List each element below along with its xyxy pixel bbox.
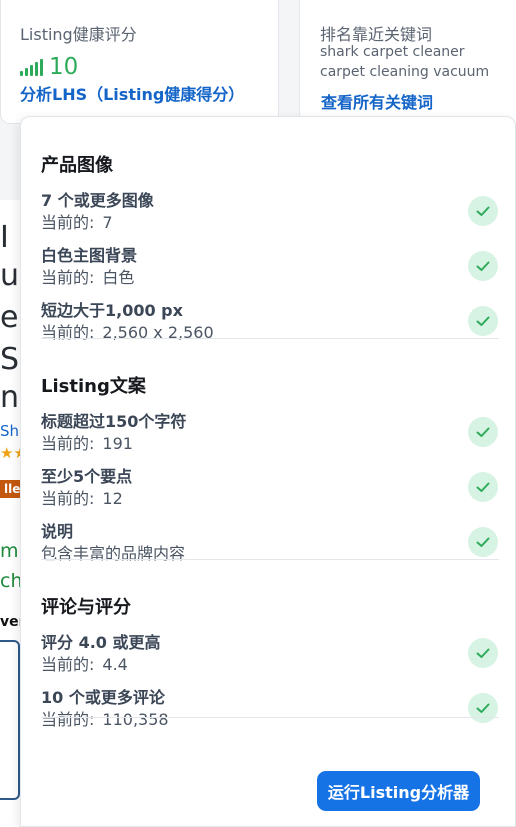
criterion-value: 当前的: 2,560 x 2,560	[41, 319, 214, 343]
run-listing-analyzer-button[interactable]: 运行Listing分析器	[317, 771, 480, 811]
current-label: 当前的:	[41, 213, 95, 232]
current-value: 4.4	[102, 655, 128, 674]
criterion-label: 至少5个要点	[41, 467, 133, 486]
current-value: 110,358	[102, 710, 169, 729]
brand-link-fragment[interactable]: Sha	[0, 422, 21, 440]
criterion-label: 说明	[41, 522, 74, 541]
current-value: 12	[102, 489, 123, 508]
criterion-value: 当前的: 7	[41, 209, 113, 233]
check-icon	[468, 527, 498, 557]
lhs-card: Listing健康评分 10 分析LHS（Listing健康得分）	[0, 0, 279, 124]
criterion-label: 7 个或更多图像	[41, 191, 154, 210]
check-icon	[468, 251, 498, 281]
keyword-item: carpet cleaning vacuum	[320, 64, 490, 80]
criterion-value: 当前的: 191	[41, 430, 133, 454]
criterion-label: 标题超过150个字符	[41, 412, 187, 431]
current-value: 7	[102, 213, 113, 232]
lhs-score-row: 10	[20, 54, 78, 80]
current-value: 包含丰富的品牌内容	[41, 544, 186, 563]
check-icon	[468, 638, 498, 668]
section-divider	[41, 338, 499, 339]
background-product-page: I N un el S, nd Sha ★★ ller m ch ver	[0, 200, 22, 827]
current-label: 当前的:	[41, 268, 95, 287]
keywords-card: 排名靠近关键词 shark carpet cleaner carpet clea…	[299, 0, 516, 124]
check-icon	[468, 306, 498, 336]
keyword-item: shark carpet cleaner	[320, 44, 465, 60]
rating-stars-icon: ★★	[0, 444, 21, 462]
current-label: 当前的:	[41, 434, 95, 453]
current-value: 白色	[102, 268, 135, 287]
keywords-card-title: 排名靠近关键词	[320, 25, 433, 44]
current-label: 当前的:	[41, 323, 95, 342]
criterion-label: 评分 4.0 或更高	[41, 633, 161, 652]
criterion-value: 当前的: 12	[41, 485, 123, 509]
delivery-fragment: ver	[0, 614, 21, 630]
check-icon	[468, 693, 498, 723]
criterion-label: 白色主图背景	[41, 246, 138, 265]
product-title-fragment: I N	[0, 220, 21, 255]
signal-bars-icon	[20, 58, 43, 76]
product-title-fragment: nd	[0, 380, 21, 415]
product-title-fragment: el	[0, 300, 21, 335]
current-label: 当前的:	[41, 655, 95, 674]
criterion-value: 当前的: 4.4	[41, 651, 128, 675]
criterion-value: 当前的: 110,358	[41, 706, 169, 730]
lhs-checklist-panel: 运行Listing分析器 产品图像 7 个或更多图像 当前的: 7 白色主图背景 当前的:…	[20, 116, 516, 827]
check-icon	[468, 417, 498, 447]
product-title-fragment: S,	[0, 342, 21, 377]
section-title: 评论与评分	[41, 597, 131, 618]
current-value: 2,560 x 2,560	[102, 323, 214, 342]
criterion-value: 包含丰富的品牌内容	[41, 540, 185, 564]
check-icon	[468, 472, 498, 502]
criterion-label: 短边大于1,000 px	[41, 301, 183, 320]
criterion-value: 当前的: 白色	[41, 264, 134, 288]
price-fragment: m	[0, 540, 19, 562]
best-seller-badge: ller	[0, 480, 21, 498]
section-title: Listing文案	[41, 376, 146, 397]
product-title-fragment: un	[0, 258, 21, 293]
current-value: 191	[102, 434, 133, 453]
view-all-keywords-link[interactable]: 查看所有关键词	[321, 89, 433, 113]
buy-box	[0, 640, 20, 800]
lhs-card-title: Listing健康评分	[20, 25, 137, 44]
analyze-lhs-link[interactable]: 分析LHS（Listing健康得分）	[20, 81, 244, 105]
price-fragment: ch	[0, 570, 22, 592]
section-divider	[41, 717, 499, 718]
section-title: 产品图像	[41, 155, 113, 176]
section-divider	[41, 559, 499, 560]
current-label: 当前的:	[41, 710, 95, 729]
check-icon	[468, 196, 498, 226]
lhs-score-value: 10	[49, 54, 79, 80]
criterion-label: 10 个或更多评论	[41, 688, 165, 707]
current-label: 当前的:	[41, 489, 95, 508]
